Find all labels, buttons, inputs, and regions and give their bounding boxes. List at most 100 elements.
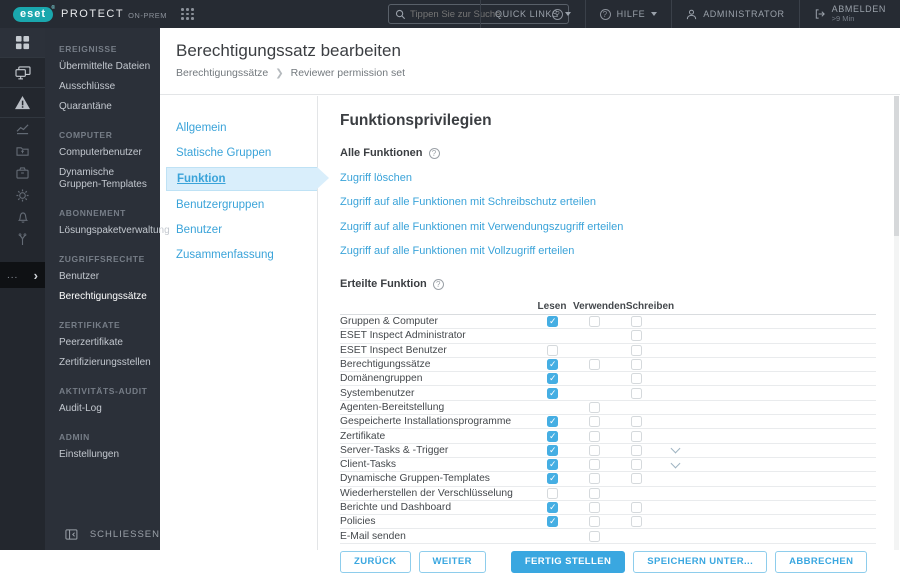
checkbox-verwenden[interactable] bbox=[589, 416, 600, 427]
eset-logo[interactable]: eset ® bbox=[13, 7, 53, 22]
status-overview-icon[interactable] bbox=[0, 228, 45, 250]
checkbox-schreiben[interactable] bbox=[631, 330, 642, 341]
checkbox-verwenden[interactable] bbox=[589, 316, 600, 327]
reports-chart-icon[interactable] bbox=[0, 118, 45, 140]
icon-rail: ... › bbox=[0, 28, 45, 550]
sidebar-item[interactable]: Computerbenutzer bbox=[59, 143, 152, 163]
function-action-link[interactable]: Zugriff auf alle Funktionen mit Vollzugr… bbox=[340, 245, 574, 257]
checkbox-verwenden[interactable] bbox=[589, 473, 600, 484]
wizard-step[interactable]: Benutzer bbox=[160, 219, 317, 241]
sidebar-item[interactable]: Peerzertifikate bbox=[59, 333, 152, 353]
notifications-bell-icon[interactable] bbox=[0, 206, 45, 228]
function-action-link[interactable]: Zugriff auf alle Funktionen mit Verwendu… bbox=[340, 221, 623, 233]
function-action-link[interactable]: Zugriff auf alle Funktionen mit Schreibs… bbox=[340, 196, 596, 208]
rail-more-row[interactable]: ... › bbox=[0, 262, 45, 288]
help-label: HILFE bbox=[617, 9, 646, 19]
checkbox-verwenden[interactable] bbox=[589, 531, 600, 542]
sidebar-item[interactable]: Audit-Log bbox=[59, 399, 152, 419]
wizard-step[interactable]: Benutzergruppen bbox=[160, 194, 317, 216]
checkbox-schreiben[interactable] bbox=[631, 516, 642, 527]
logout-menu[interactable]: ABMELDEN >9 Min bbox=[799, 0, 900, 28]
submitted-files-folder-icon[interactable] bbox=[0, 140, 45, 162]
expand-row-icon[interactable] bbox=[670, 444, 680, 454]
checkbox-schreiben[interactable] bbox=[631, 431, 642, 442]
checkbox-verwenden[interactable] bbox=[589, 431, 600, 442]
checkbox-verwenden[interactable] bbox=[589, 488, 600, 499]
sidebar-item[interactable]: Zertifizierungsstellen bbox=[59, 353, 152, 373]
checkbox-lesen[interactable] bbox=[547, 502, 558, 513]
breadcrumb-parent[interactable]: Berechtigungssätze bbox=[176, 67, 268, 79]
speichern-unter-button[interactable]: SPEICHERN UNTER... bbox=[633, 551, 767, 573]
checkbox-verwenden[interactable] bbox=[589, 402, 600, 413]
wizard-step[interactable]: Funktion bbox=[166, 167, 317, 191]
checkbox-lesen[interactable] bbox=[547, 459, 558, 470]
installers-box-icon[interactable] bbox=[0, 162, 45, 184]
fertig-stellen-button[interactable]: FERTIG STELLEN bbox=[511, 551, 625, 573]
checkbox-schreiben[interactable] bbox=[631, 373, 642, 384]
help-icon: ? bbox=[600, 9, 611, 20]
checkbox-schreiben[interactable] bbox=[631, 416, 642, 427]
checkbox-verwenden[interactable] bbox=[589, 359, 600, 370]
checkbox-verwenden[interactable] bbox=[589, 516, 600, 527]
checkbox-lesen[interactable] bbox=[547, 473, 558, 484]
zurück-button[interactable]: ZURÜCK bbox=[340, 551, 411, 573]
expand-row-icon[interactable] bbox=[670, 458, 680, 468]
checkbox-verwenden[interactable] bbox=[589, 445, 600, 456]
sidebar-item[interactable]: Berechtigungssätze bbox=[59, 287, 152, 307]
menu-section-header: ABONNEMENT bbox=[59, 208, 152, 218]
checkbox-schreiben[interactable] bbox=[631, 459, 642, 470]
checkbox-lesen[interactable] bbox=[547, 359, 558, 370]
wizard-step[interactable]: Zusammenfassung bbox=[160, 244, 317, 266]
user-menu[interactable]: ADMINISTRATOR bbox=[671, 0, 798, 28]
checkbox-schreiben[interactable] bbox=[631, 316, 642, 327]
all-functions-help-icon[interactable]: ? bbox=[429, 148, 440, 159]
checkbox-schreiben[interactable] bbox=[631, 445, 642, 456]
checkbox-lesen[interactable] bbox=[547, 431, 558, 442]
checkbox-lesen[interactable] bbox=[547, 388, 558, 399]
checkbox-schreiben[interactable] bbox=[631, 502, 642, 513]
help-menu[interactable]: ? HILFE bbox=[585, 0, 672, 28]
checkbox-schreiben[interactable] bbox=[631, 473, 642, 484]
checkbox-lesen[interactable] bbox=[547, 445, 558, 456]
scrollbar-thumb[interactable] bbox=[894, 96, 899, 236]
expand-rail-icon[interactable]: › bbox=[34, 268, 38, 283]
checkbox-schreiben[interactable] bbox=[631, 388, 642, 399]
checkbox-lesen[interactable] bbox=[547, 373, 558, 384]
wizard-step[interactable]: Statische Gruppen bbox=[160, 142, 317, 164]
menu-section-header: ZERTIFIKATE bbox=[59, 320, 152, 330]
scrollbar-track[interactable] bbox=[894, 96, 899, 550]
menu-section-header: ZUGRIFFSRECHTE bbox=[59, 254, 152, 264]
checkbox-lesen[interactable] bbox=[547, 345, 558, 356]
sidebar-item[interactable]: Ausschlüsse bbox=[59, 77, 152, 97]
row-label: Policies bbox=[340, 516, 531, 527]
checkbox-lesen[interactable] bbox=[547, 416, 558, 427]
sidebar-item[interactable]: Benutzer bbox=[59, 267, 152, 287]
weiter-button[interactable]: WEITER bbox=[419, 551, 486, 573]
checkbox-lesen[interactable] bbox=[547, 516, 558, 527]
checkbox-lesen[interactable] bbox=[547, 316, 558, 327]
sidebar-item[interactable]: Dynamische Gruppen-Templates bbox=[59, 163, 152, 195]
checkbox-schreiben[interactable] bbox=[631, 359, 642, 370]
wizard-step[interactable]: Allgemein bbox=[160, 117, 317, 139]
checkbox-verwenden[interactable] bbox=[589, 502, 600, 513]
checkbox-verwenden[interactable] bbox=[589, 459, 600, 470]
checkbox-schreiben[interactable] bbox=[631, 345, 642, 356]
apps-grid-icon[interactable] bbox=[181, 8, 194, 20]
sidebar-item[interactable]: Übermittelte Dateien bbox=[59, 57, 152, 77]
quick-links-menu[interactable]: QUICK LINKS bbox=[480, 0, 585, 28]
search-icon bbox=[395, 9, 406, 20]
dashboard-icon[interactable] bbox=[0, 28, 45, 58]
sidebar-item[interactable]: Lösungspaketverwaltung bbox=[59, 221, 152, 241]
menu-section-header: AKTIVITÄTS-AUDIT bbox=[59, 386, 152, 396]
detections-warning-icon[interactable] bbox=[0, 88, 45, 118]
sidebar-item[interactable]: Quarantäne bbox=[59, 97, 152, 117]
checkbox-lesen[interactable] bbox=[547, 488, 558, 499]
sidebar-item[interactable]: Einstellungen bbox=[59, 445, 152, 465]
abbrechen-button[interactable]: ABBRECHEN bbox=[775, 551, 867, 573]
settings-gear-icon[interactable] bbox=[0, 184, 45, 206]
function-action-link[interactable]: Zugriff löschen bbox=[340, 172, 412, 184]
computers-icon[interactable] bbox=[0, 58, 45, 88]
collapse-sidebar-button[interactable]: SCHLIESSEN bbox=[45, 518, 160, 550]
row-label: Server-Tasks & -Trigger bbox=[340, 445, 531, 456]
granted-functions-help-icon[interactable]: ? bbox=[433, 279, 444, 290]
